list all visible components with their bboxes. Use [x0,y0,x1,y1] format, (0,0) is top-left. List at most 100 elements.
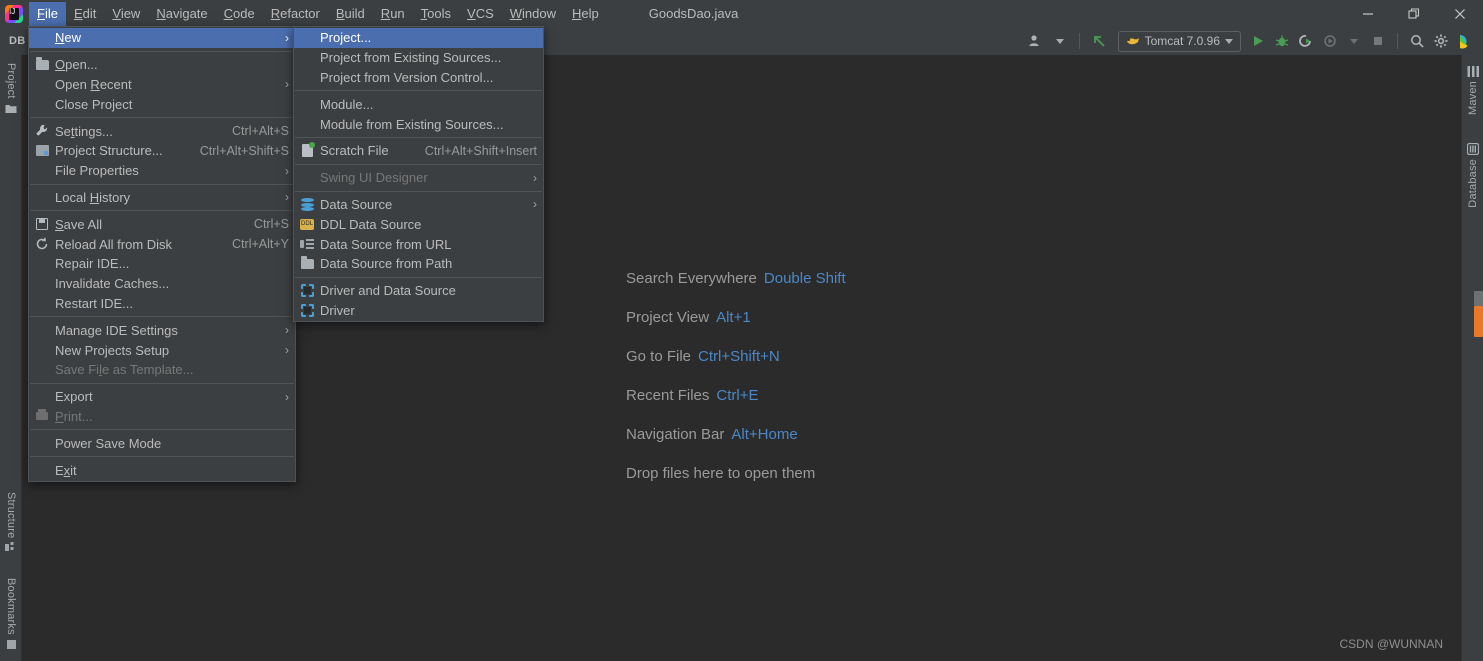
menubar-item-navigate[interactable]: Navigate [148,2,215,26]
file-menu-item-save-all[interactable]: Save All Ctrl+S [29,214,295,234]
new-submenu-item-module-from-existing-sources[interactable]: Module from Existing Sources... [294,114,543,134]
run-play-icon[interactable] [1247,30,1269,52]
menu-icon-placeholder [33,163,51,179]
new-submenu-item-project-from-existing-sources[interactable]: Project from Existing Sources... [294,48,543,68]
debug-bug-icon[interactable] [1271,30,1293,52]
menubar-item-refactor[interactable]: Refactor [263,2,328,26]
sidebar-item-maven[interactable]: Maven [1462,63,1483,115]
close-icon[interactable] [1437,0,1483,27]
chevron-right-icon: › [285,323,289,338]
sidebar-item-structure[interactable]: Structure [0,492,22,556]
menubar-item-label: Run [380,5,405,21]
menu-item-label: Open... [55,57,98,73]
new-submenu-item-ddl-data-source[interactable]: DDL DDL Data Source [294,214,543,234]
menu-item-label: Project from Existing Sources... [320,50,502,66]
menu-separator [295,90,542,92]
left-tool-window-bar: Project Structure Bookmarks [0,55,22,661]
file-menu-item-invalidate-caches[interactable]: Invalidate Caches... [29,274,295,294]
new-submenu-item-scratch-file[interactable]: Scratch File Ctrl+Alt+Shift+Insert [294,141,543,161]
menubar-item-tools[interactable]: Tools [413,2,459,26]
project-structure-icon [33,143,51,159]
file-menu-item-open-recent[interactable]: Open Recent › [29,75,295,95]
database-icon [298,196,316,212]
editor-hint-action: Recent Files [626,387,710,404]
new-submenu-popup[interactable]: Project... Project from Existing Sources.… [293,26,544,323]
menubar-item-label: Tools [420,5,452,21]
file-menu-item-new[interactable]: New › [29,28,295,48]
menu-icon-placeholder [33,295,51,311]
file-menu-popup[interactable]: New › Open... Open Recent › Close Project Sett… [28,26,296,482]
menu-icon-placeholder [298,96,316,112]
file-menu-item-close-project[interactable]: Close Project [29,94,295,114]
chevron-down-icon[interactable] [1225,38,1233,44]
profiler-icon[interactable] [1319,30,1341,52]
menubar-item-file[interactable]: File [29,1,66,26]
window-controls[interactable] [1345,0,1483,27]
menubar-item-vcs[interactable]: VCS [459,2,502,26]
new-submenu-item-driver-and-data-source[interactable]: Driver and Data Source [294,281,543,301]
file-menu-item-export[interactable]: Export › [29,387,295,407]
file-menu-item-file-properties[interactable]: File Properties › [29,161,295,181]
arrow-update-icon[interactable] [1088,30,1112,52]
menubar-item-edit[interactable]: Edit [66,2,104,26]
menubar-item-label: Code [223,5,255,21]
new-submenu-item-module[interactable]: Module... [294,94,543,114]
menu-item-label: Exit [55,462,77,478]
assistant-icon[interactable] [1454,30,1477,52]
new-submenu-item-project[interactable]: Project... [294,28,543,48]
editor-scrollbar-marker[interactable] [1474,291,1483,337]
gear-icon[interactable] [1430,30,1452,52]
file-menu-item-reload-all-from-disk[interactable]: Reload All from Disk Ctrl+Alt+Y [29,234,295,254]
menu-separator [30,117,294,119]
new-submenu-item-data-source-from-url[interactable]: Data Source from URL [294,234,543,254]
menu-item-shortcut: Ctrl+Alt+Shift+S [199,143,289,158]
file-menu-item-new-projects-setup[interactable]: New Projects Setup › [29,340,295,360]
menu-item-label: Swing UI Designer [320,170,428,186]
menu-item-shortcut: Ctrl+Alt+Shift+Insert [424,143,537,158]
menu-bar[interactable]: File Edit View Navigate Code Refactor Build Run… [29,0,607,27]
stop-square-icon[interactable] [1367,30,1389,52]
menubar-item-code[interactable]: Code [216,2,263,26]
run-coverage-icon[interactable] [1295,30,1317,52]
menubar-item-run[interactable]: Run [373,2,413,26]
file-menu-item-project-structure[interactable]: Project Structure... Ctrl+Alt+Shift+S [29,141,295,161]
menu-icon-placeholder [33,462,51,478]
wrench-icon [33,123,51,139]
menubar-item-help[interactable]: Help [564,2,607,26]
chevron-right-icon: › [533,197,537,212]
menubar-item-view[interactable]: View [104,2,148,26]
new-submenu-item-data-source[interactable]: Data Source › [294,195,543,215]
file-menu-item-exit[interactable]: Exit [29,460,295,480]
new-submenu-item-driver[interactable]: Driver [294,301,543,321]
chevron-down-icon[interactable] [1343,30,1365,52]
file-menu-item-open[interactable]: Open... [29,55,295,75]
sidebar-item-bookmarks[interactable]: Bookmarks [0,578,22,653]
file-menu-item-repair-ide[interactable]: Repair IDE... [29,254,295,274]
user-icon[interactable] [1025,30,1047,52]
run-configuration-selector[interactable]: Tomcat 7.0.96 [1117,30,1241,52]
sidebar-item-project[interactable]: Project [0,63,22,117]
editor-hint-action: Search Everywhere [626,270,757,287]
menu-item-label: Module... [320,96,374,112]
scrollbar-thumb[interactable] [1474,291,1483,306]
menu-separator [30,50,294,52]
file-menu-item-manage-ide-settings[interactable]: Manage IDE Settings › [29,320,295,340]
file-menu-item-settings[interactable]: Settings... Ctrl+Alt+S [29,121,295,141]
sidebar-item-database[interactable]: Database [1462,140,1483,208]
folder-open-icon [33,56,51,73]
file-menu-item-power-save-mode[interactable]: Power Save Mode [29,433,295,453]
editor-hint-shortcut: Ctrl+Shift+N [698,348,780,365]
scrollbar-highlight[interactable] [1474,306,1483,337]
chevron-down-icon[interactable] [1049,30,1071,52]
menu-item-label: Close Project [55,96,133,112]
minimize-icon[interactable] [1345,0,1391,27]
menu-icon-placeholder [33,76,51,92]
new-submenu-item-data-source-from-path[interactable]: Data Source from Path [294,254,543,274]
search-icon[interactable] [1406,30,1428,52]
file-menu-item-local-history[interactable]: Local History › [29,188,295,208]
restore-icon[interactable] [1391,0,1437,27]
menubar-item-window[interactable]: Window [502,2,564,26]
file-menu-item-restart-ide[interactable]: Restart IDE... [29,294,295,314]
menubar-item-build[interactable]: Build [328,2,373,26]
new-submenu-item-project-from-version-control[interactable]: Project from Version Control... [294,68,543,88]
